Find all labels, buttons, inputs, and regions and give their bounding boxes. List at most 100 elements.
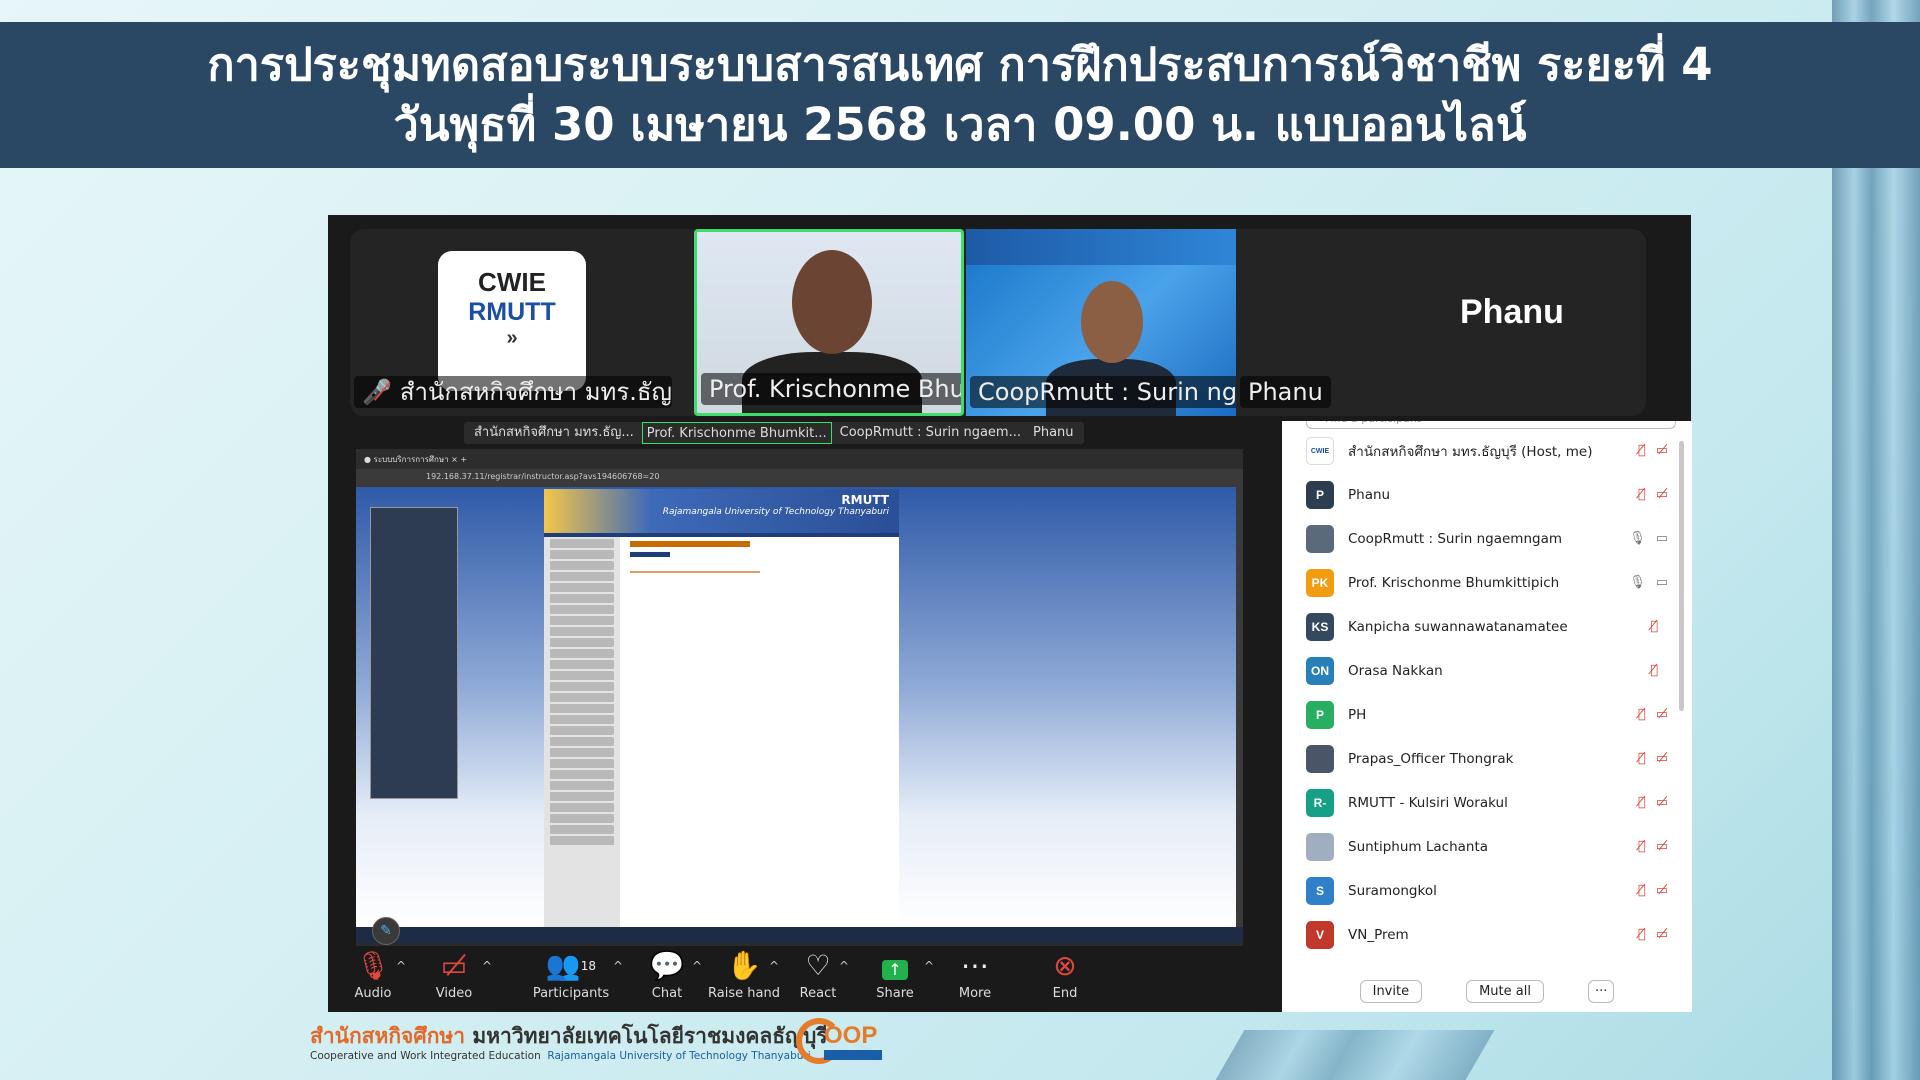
- more-options-button[interactable]: ···: [1587, 979, 1615, 1003]
- mic-muted-icon: 🎤̸: [362, 378, 392, 406]
- tile-name-text: Phanu: [1248, 378, 1323, 406]
- logo-text-cwie: CWIE: [478, 267, 546, 297]
- invite-button[interactable]: Invite: [1359, 979, 1423, 1003]
- end-button[interactable]: ⊗ End: [1015, 947, 1115, 1012]
- banner-line-2: วันพุธที่ 30 เมษายน 2568 เวลา 09.00 น. แ…: [393, 98, 1527, 151]
- mute-all-button[interactable]: Mute all: [1466, 979, 1544, 1003]
- participant-status-icons: 🎙̸ ▭̸: [1638, 487, 1668, 502]
- participant-row[interactable]: P Phanu 🎙̸ ▭̸: [1282, 473, 1692, 517]
- participant-name: Suramongkol: [1348, 883, 1437, 899]
- tile-name-text: Prof. Krischonme Bhumkit...: [709, 375, 964, 403]
- participant-row[interactable]: CWIE สำนักสหกิจศึกษา มทร.ธัญบุรี (Host, m…: [1282, 429, 1692, 473]
- participant-status-icons: 🎙̸ ▭̸: [1638, 707, 1668, 722]
- camera-off-icon[interactable]: ▭̸: [1656, 707, 1668, 722]
- video-tile-host[interactable]: CWIE RMUTT » 🎤̸ สำนักสหกิจศึกษา มทร.ธัญ.…: [350, 229, 680, 416]
- logo-chevron: »: [506, 327, 518, 349]
- footer-org-orange: สำนักสหกิจศึกษา: [310, 1024, 466, 1048]
- participants-button[interactable]: 👥18 Participants: [521, 947, 621, 1012]
- participant-status-icons: 🎙̸ ▭̸: [1638, 443, 1668, 458]
- participant-row[interactable]: KS Kanpicha suwannawatanamatee 🎙̸: [1282, 605, 1692, 649]
- mic-on-icon[interactable]: 🎙: [1629, 531, 1646, 546]
- camera-off-icon[interactable]: ▭̸: [1656, 443, 1668, 458]
- participants-footer: Invite Mute all ···: [1282, 971, 1692, 1011]
- avatar: [1306, 525, 1334, 553]
- mic-muted-icon[interactable]: 🎙̸: [1638, 883, 1646, 898]
- participant-status-icons: 🎙̸: [1650, 663, 1668, 678]
- dark-side-panel: [370, 507, 458, 799]
- participant-row[interactable]: Prapas_Officer Thongrak 🎙̸ ▭̸: [1282, 737, 1692, 781]
- share-thumbnail-strip[interactable]: สำนักสหกิจศึกษา มทร.ธัญ... Prof. Krischo…: [464, 422, 1084, 444]
- mic-muted-icon[interactable]: 🎙̸: [1638, 795, 1646, 810]
- thumb-tab-cooprmutt[interactable]: CoopRmutt : Surin ngaem...: [836, 422, 1025, 444]
- mic-muted-icon[interactable]: 🎙̸: [1638, 839, 1646, 854]
- participant-row[interactable]: R- RMUTT - Kulsiri Worakul 🎙̸ ▭̸: [1282, 781, 1692, 825]
- participant-status-icons: 🎙̸ ▭̸: [1638, 751, 1668, 766]
- logo-text-rmutt: RMUTT: [468, 298, 556, 326]
- participants-icon: 👥18: [545, 949, 597, 982]
- thumb-tab-phanu[interactable]: Phanu: [1029, 422, 1078, 444]
- participant-row[interactable]: PK Prof. Krischonme Bhumkittipich 🎙 ▭: [1282, 561, 1692, 605]
- footer-en-left: Cooperative and Work Integrated Educatio…: [310, 1050, 541, 1062]
- participant-status-icons: 🎙 ▭: [1629, 531, 1668, 546]
- mic-muted-icon[interactable]: 🎙̸: [1638, 707, 1646, 722]
- mic-on-icon[interactable]: 🎙: [1629, 575, 1646, 590]
- mic-muted-icon[interactable]: 🎙̸: [1650, 663, 1658, 678]
- avatar: P: [1306, 481, 1334, 509]
- avatar: PK: [1306, 569, 1334, 597]
- coop-logo: OOP: [796, 1018, 892, 1064]
- annotate-pen-icon[interactable]: ✎: [372, 917, 400, 945]
- browser-tab-bar: ● ระบบบริการการศึกษา × +: [356, 449, 1243, 469]
- avatar: [1306, 833, 1334, 861]
- footer-org-dark: มหาวิทยาลัยเทคโนโลยีราชมงคลธัญบุรี: [465, 1024, 828, 1048]
- participants-panel: Find a participant CWIE สำนักสหกิจศึกษา ม…: [1282, 421, 1692, 1012]
- participant-head: [1081, 281, 1143, 363]
- video-tile-name: 🎤̸ สำนักสหกิจศึกษา มทร.ธัญ...: [354, 376, 672, 408]
- participant-row[interactable]: ON Orasa Nakkan 🎙̸: [1282, 649, 1692, 693]
- camera-off-icon[interactable]: ▭̸: [1656, 883, 1668, 898]
- camera-off-icon[interactable]: ▭̸: [1656, 927, 1668, 942]
- thumb-tab-host[interactable]: สำนักสหกิจศึกษา มทร.ธัญ...: [470, 422, 638, 444]
- participant-name: Prof. Krischonme Bhumkittipich: [1348, 575, 1560, 591]
- camera-off-icon[interactable]: ▭̸: [1656, 795, 1668, 810]
- participant-name: PH: [1348, 707, 1367, 723]
- phanu-center-label: Phanu: [1460, 293, 1564, 331]
- mic-muted-icon[interactable]: 🎙̸: [1638, 443, 1646, 458]
- coop-banner-graphic: [966, 229, 1236, 265]
- more-icon: ⋯: [961, 949, 989, 982]
- video-tile-active-speaker[interactable]: Prof. Krischonme Bhumkit...: [694, 229, 964, 416]
- camera-off-icon[interactable]: ▭̸: [1656, 487, 1668, 502]
- camera-off-icon[interactable]: ▭̸: [1656, 839, 1668, 854]
- camera-icon[interactable]: ▭: [1656, 531, 1668, 546]
- footer-thai-org: สำนักสหกิจศึกษา มหาวิทยาลัยเทคโนโลยีราชม…: [310, 1020, 828, 1053]
- mic-muted-icon[interactable]: 🎙̸: [1650, 619, 1658, 634]
- video-button[interactable]: ▭̸ Video: [404, 947, 504, 1012]
- participant-name: สำนักสหกิจศึกษา มทร.ธัญบุรี (Host, me): [1348, 444, 1593, 460]
- mic-muted-icon[interactable]: 🎙̸: [1638, 487, 1646, 502]
- mic-muted-icon[interactable]: 🎙̸: [1638, 751, 1646, 766]
- participant-row[interactable]: Suntiphum Lachanta 🎙̸ ▭̸: [1282, 825, 1692, 869]
- video-gallery-strip: CWIE RMUTT » 🎤̸ สำนักสหกิจศึกษา มทร.ธัญ.…: [350, 229, 1646, 416]
- website-subtitle: Rajamangala University of Technology Tha…: [662, 507, 889, 517]
- video-tile-name: Phanu: [1240, 376, 1331, 408]
- coop-logo-strip: [824, 1050, 882, 1060]
- participant-name: Orasa Nakkan: [1348, 663, 1443, 679]
- camera-off-icon[interactable]: ▭̸: [1656, 751, 1668, 766]
- more-button[interactable]: ⋯ More: [925, 947, 1025, 1012]
- mic-muted-icon[interactable]: 🎙̸: [1638, 927, 1646, 942]
- participant-row[interactable]: CoopRmutt : Surin ngaemngam 🎙 ▭: [1282, 517, 1692, 561]
- participants-label: Participants: [532, 986, 610, 1001]
- participant-search-input[interactable]: Find a participant: [1306, 421, 1676, 429]
- video-options-chevron-icon[interactable]: ^: [482, 959, 492, 973]
- shared-screen[interactable]: ● ระบบบริการการศึกษา × + 192.168.37.11/r…: [356, 449, 1243, 946]
- browser-address-bar: 192.168.37.11/registrar/instructor.asp?a…: [356, 469, 1243, 487]
- participant-row[interactable]: V VN_Prem 🎙̸ ▭̸: [1282, 913, 1692, 957]
- title-banner: การประชุมทดสอบระบบระบบสารสนเทศ การฝึกประ…: [0, 22, 1920, 168]
- participant-row[interactable]: P PH 🎙̸ ▭̸: [1282, 693, 1692, 737]
- participant-name: Kanpicha suwannawatanamatee: [1348, 619, 1568, 635]
- thumb-tab-speaker[interactable]: Prof. Krischonme Bhumkit...: [641, 422, 832, 444]
- camera-icon[interactable]: ▭: [1656, 575, 1668, 590]
- video-tile-cooprmutt[interactable]: CoopRmutt : Surin ngaem...: [966, 229, 1236, 416]
- participant-row[interactable]: S Suramongkol 🎙̸ ▭̸: [1282, 869, 1692, 913]
- video-label: Video: [435, 986, 473, 1001]
- speaker-head: [792, 250, 872, 354]
